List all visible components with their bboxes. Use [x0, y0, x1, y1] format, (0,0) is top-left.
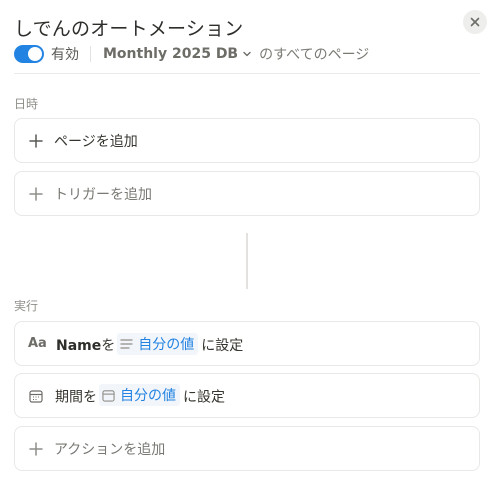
calendar-icon: [102, 389, 115, 402]
add-trigger-button[interactable]: トリガーを追加: [14, 171, 480, 216]
chevron-down-icon: [242, 49, 252, 59]
plus-icon: [28, 441, 44, 457]
particle: を: [83, 389, 97, 406]
trigger-section-label: 日時: [14, 97, 39, 111]
text-lines-icon: [120, 338, 133, 350]
value-chip-label: 自分の値: [138, 336, 195, 353]
value-chip[interactable]: 自分の値: [117, 332, 199, 355]
calendar-icon: [28, 388, 44, 404]
database-name: Monthly 2025 DB: [103, 46, 239, 62]
close-button[interactable]: [463, 10, 487, 34]
database-scope-text: のすべてのページ: [259, 47, 370, 63]
close-icon: [470, 17, 480, 27]
add-action-label: アクションを追加: [54, 441, 166, 458]
enabled-label: 有効: [51, 47, 79, 63]
text-property-icon: Aa: [28, 336, 47, 351]
action-text: 期間を 自分の値 に設定: [55, 384, 225, 407]
automation-panel: しでんのオートメーション 有効 Monthly 2025 DB のすべてのページ…: [0, 0, 494, 480]
automation-status-row: 有効 Monthly 2025 DB のすべてのページ: [14, 44, 369, 64]
database-selector[interactable]: Monthly 2025 DB: [103, 46, 252, 62]
trigger-label: ページを追加: [54, 133, 138, 150]
value-chip[interactable]: 自分の値: [99, 384, 180, 407]
value-chip-label: 自分の値: [120, 388, 176, 405]
action-suffix: に設定: [183, 389, 225, 406]
enabled-toggle[interactable]: [14, 45, 44, 63]
action-text: Nameを 自分の値 に設定: [56, 332, 244, 355]
action-section-label: 実行: [14, 299, 39, 313]
action-set-name[interactable]: Aa Nameを 自分の値 に設定: [14, 321, 480, 366]
trigger-page-added[interactable]: ページを追加: [14, 118, 480, 163]
property-name: 期間: [55, 389, 83, 406]
action-set-period[interactable]: 期間を 自分の値 に設定: [14, 373, 480, 418]
add-action-button[interactable]: アクションを追加: [14, 426, 480, 471]
plus-icon: [28, 186, 44, 202]
header-divider: [14, 73, 480, 74]
plus-icon: [28, 133, 44, 149]
action-suffix: に設定: [201, 337, 244, 354]
flow-connector: [246, 233, 248, 289]
automation-title: しでんのオートメーション: [14, 18, 244, 40]
particle: を: [101, 337, 116, 354]
add-trigger-label: トリガーを追加: [54, 186, 152, 203]
toggle-knob: [28, 47, 42, 61]
property-name: Name: [56, 337, 102, 354]
status-divider: [90, 46, 91, 62]
